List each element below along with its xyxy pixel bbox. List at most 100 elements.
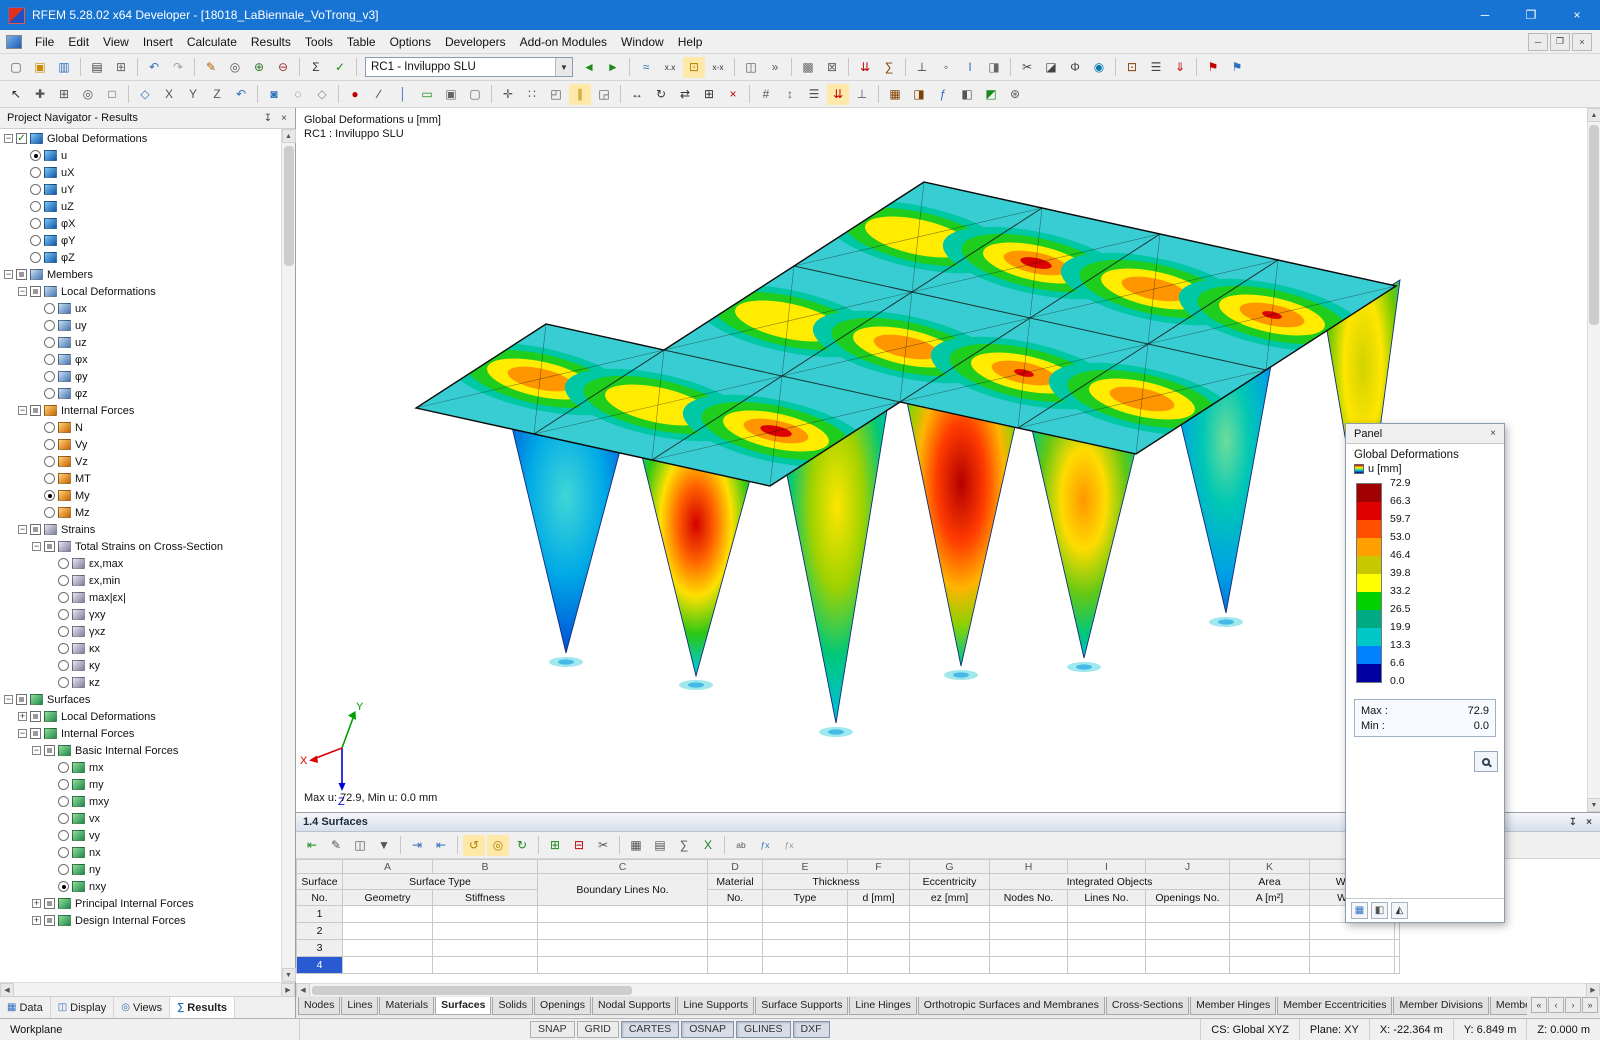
- delete-row-icon[interactable]: ⊟: [568, 835, 590, 856]
- move-object-icon[interactable]: ↔: [626, 84, 648, 105]
- menu-item-edit[interactable]: Edit: [61, 32, 96, 52]
- tree-item-34-local-deformations[interactable]: + Local Deformations: [0, 708, 281, 725]
- table-tab-openings[interactable]: Openings: [534, 997, 591, 1015]
- table-tab-solids[interactable]: Solids: [492, 997, 534, 1015]
- tree-item-10-ux[interactable]: ux: [0, 300, 281, 317]
- tree-item-46-design-internal-forces[interactable]: + Design Internal Forces: [0, 912, 281, 929]
- tree-item-28-xy[interactable]: γxy: [0, 606, 281, 623]
- tree-item-19-vz[interactable]: Vz: [0, 453, 281, 470]
- menu-item-developers[interactable]: Developers: [438, 32, 513, 52]
- checkbox-icon[interactable]: [44, 915, 55, 926]
- table-cell[interactable]: [847, 922, 910, 940]
- undo-icon[interactable]: ↶: [143, 57, 165, 78]
- tree-item-25-x-max[interactable]: εx,max: [0, 555, 281, 572]
- column-letter-B[interactable]: B: [432, 859, 538, 874]
- formula-icon[interactable]: ƒ: [932, 84, 954, 105]
- table-row-3[interactable]: 3: [296, 939, 1400, 957]
- navigator-pin-button[interactable]: ↧: [260, 111, 276, 126]
- tree-item-1-u[interactable]: u: [0, 147, 281, 164]
- radio-icon[interactable]: [58, 609, 69, 620]
- menu-item-insert[interactable]: Insert: [136, 32, 180, 52]
- table-cell[interactable]: [762, 939, 848, 957]
- column-letter-C[interactable]: C: [537, 859, 708, 874]
- table-cell[interactable]: [909, 939, 990, 957]
- radio-icon[interactable]: [44, 337, 55, 348]
- scroll-up-icon[interactable]: ▲: [281, 129, 296, 143]
- section-cut-icon[interactable]: ✂: [1016, 57, 1038, 78]
- formula-edit-icon[interactable]: ƒx: [778, 835, 800, 856]
- new-solid-icon[interactable]: ▣: [440, 84, 462, 105]
- radio-icon[interactable]: [58, 677, 69, 688]
- rotate-object-icon[interactable]: ↻: [650, 84, 672, 105]
- status-toggle-cartes[interactable]: CARTES: [620, 1021, 680, 1038]
- table-hscroll[interactable]: ◀ ▶: [296, 983, 1600, 997]
- mesh-settings-icon[interactable]: ⊠: [821, 57, 843, 78]
- checkbox-icon[interactable]: [16, 269, 27, 280]
- status-toggle-glines[interactable]: GLINES: [736, 1021, 791, 1038]
- tree-item-45-principal-internal-forces[interactable]: + Principal Internal Forces: [0, 895, 281, 912]
- table-cell[interactable]: [762, 956, 848, 974]
- grid-toggle-icon[interactable]: ∷: [521, 84, 543, 105]
- table-cell[interactable]: [537, 905, 708, 923]
- load-case-combo[interactable]: RC1 - Inviluppo SLU ▼: [365, 57, 573, 77]
- table-cell[interactable]: [909, 905, 990, 923]
- next-load-case-icon[interactable]: ►: [602, 57, 624, 78]
- table-cell[interactable]: [1229, 905, 1310, 923]
- tree-item-38-my[interactable]: my: [0, 776, 281, 793]
- radio-icon[interactable]: [30, 218, 41, 229]
- fe-mesh-icon[interactable]: ▩: [797, 57, 819, 78]
- radio-icon[interactable]: [44, 303, 55, 314]
- radio-icon[interactable]: [58, 864, 69, 875]
- table-row-2[interactable]: 2: [296, 922, 1400, 940]
- array-copy-icon[interactable]: ⊞: [698, 84, 720, 105]
- radio-icon[interactable]: [44, 456, 55, 467]
- tree-item-37-mx[interactable]: mx: [0, 759, 281, 776]
- status-toggle-dxf[interactable]: DXF: [792, 1021, 830, 1038]
- table-cell[interactable]: [432, 956, 538, 974]
- table-cell[interactable]: [1067, 905, 1146, 923]
- table-tab-lines[interactable]: Lines: [341, 997, 379, 1015]
- column-letter-H[interactable]: H: [989, 859, 1068, 874]
- tree-item-42-nx[interactable]: nx: [0, 844, 281, 861]
- tree-item-22-mz[interactable]: Mz: [0, 504, 281, 521]
- tree-item-4-uz[interactable]: uZ: [0, 198, 281, 215]
- scrollbar-thumb[interactable]: [1589, 125, 1599, 325]
- formula-fx-icon[interactable]: ƒx: [754, 835, 776, 856]
- navigator-tab-data[interactable]: ▦ Data: [0, 997, 51, 1018]
- checkbox-icon[interactable]: [44, 541, 55, 552]
- tree-item-14-y[interactable]: φy: [0, 368, 281, 385]
- tree-item-7-z[interactable]: φZ: [0, 249, 281, 266]
- tree-item-32-z[interactable]: κz: [0, 674, 281, 691]
- table-tab-nodes[interactable]: Nodes: [298, 997, 341, 1015]
- mirror-object-icon[interactable]: ⇄: [674, 84, 696, 105]
- edit-mode-icon[interactable]: ✎: [325, 835, 347, 856]
- radio-icon[interactable]: [58, 575, 69, 586]
- mdi-restore-button[interactable]: ❐: [1550, 32, 1570, 51]
- tree-expander-icon[interactable]: −: [4, 134, 13, 143]
- select-block-icon[interactable]: ▦: [625, 835, 647, 856]
- tree-item-39-mxy[interactable]: mxy: [0, 793, 281, 810]
- table-cell[interactable]: [432, 905, 538, 923]
- radio-icon[interactable]: [44, 371, 55, 382]
- table-row-4[interactable]: 4: [296, 956, 1400, 974]
- tree-item-23-strains[interactable]: − Strains: [0, 521, 281, 538]
- workplane-icon[interactable]: ◰: [545, 84, 567, 105]
- column-letter-F[interactable]: F: [847, 859, 910, 874]
- new-file-icon[interactable]: ▢: [5, 57, 27, 78]
- panel-close-button[interactable]: ×: [1485, 426, 1501, 441]
- snap-toggle-icon[interactable]: ✛: [497, 84, 519, 105]
- menu-item-options[interactable]: Options: [383, 32, 438, 52]
- radio-icon[interactable]: [58, 847, 69, 858]
- navigator-hscroll[interactable]: ◀ ▶: [0, 982, 295, 997]
- tree-item-18-vy[interactable]: Vy: [0, 436, 281, 453]
- zoom-window-icon[interactable]: ⊞: [53, 84, 75, 105]
- table-tab-surface-supports[interactable]: Surface Supports: [755, 997, 849, 1015]
- table-cell[interactable]: [847, 956, 910, 974]
- tree-item-6-y[interactable]: φY: [0, 232, 281, 249]
- panel-toggle-icon[interactable]: ◨: [908, 84, 930, 105]
- tree-expander-icon[interactable]: +: [32, 899, 41, 908]
- import-table-icon[interactable]: ⇥: [406, 835, 428, 856]
- menu-item-table[interactable]: Table: [340, 32, 383, 52]
- radio-icon[interactable]: [44, 490, 55, 501]
- viewport-scrollbar[interactable]: ▲ ▼: [1587, 108, 1600, 812]
